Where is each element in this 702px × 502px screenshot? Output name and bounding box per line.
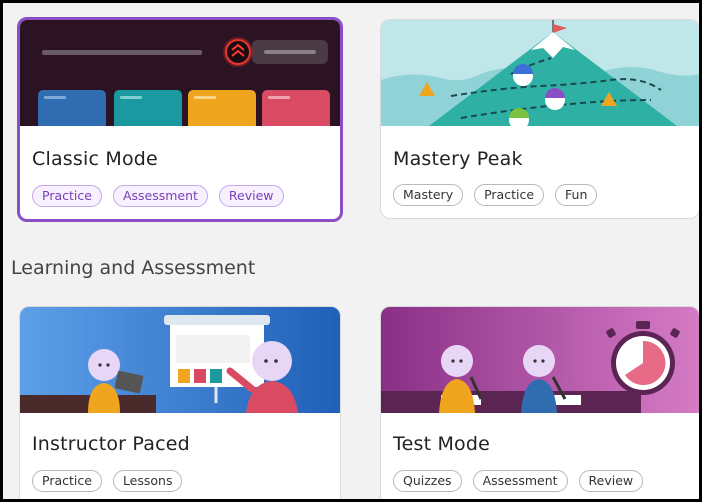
- card-title: Test Mode: [393, 433, 491, 455]
- tag: Review: [218, 185, 284, 207]
- presentation-board-illustration: [20, 307, 340, 413]
- tag: Practice: [32, 470, 102, 492]
- tag: Lessons: [112, 470, 183, 492]
- card-title: Classic Mode: [32, 148, 158, 170]
- stopwatch-illustration: [381, 307, 699, 413]
- tag: Assessment: [472, 470, 568, 492]
- card-mastery-peak[interactable]: Mastery Peak Mastery Practice Fun: [380, 19, 699, 219]
- section-heading: Learning and Assessment: [11, 257, 256, 279]
- tag: Practice: [32, 185, 102, 207]
- tag: Review: [578, 470, 644, 492]
- tag-list: Practice Assessment Review: [32, 185, 284, 207]
- tag: Quizzes: [393, 470, 462, 492]
- tag-list: Quizzes Assessment Review: [393, 470, 644, 492]
- card-classic-mode[interactable]: Classic Mode Practice Assessment Review: [17, 17, 343, 222]
- classic-mode-illustration: [20, 20, 340, 126]
- game-mode-browser: Classic Mode Practice Assessment Review: [3, 3, 699, 499]
- card-title: Mastery Peak: [393, 148, 523, 170]
- tag: Mastery: [393, 184, 464, 206]
- mountain-climb-illustration: [381, 20, 699, 126]
- tag-list: Practice Lessons: [32, 470, 183, 492]
- card-test-mode[interactable]: Test Mode Quizzes Assessment Review: [380, 306, 699, 499]
- tag: Fun: [555, 184, 598, 206]
- tag-list: Mastery Practice Fun: [393, 184, 598, 206]
- card-instructor-paced[interactable]: Instructor Paced Practice Lessons: [19, 306, 341, 499]
- card-title: Instructor Paced: [32, 433, 190, 455]
- tag: Assessment: [112, 185, 208, 207]
- tag: Practice: [474, 184, 545, 206]
